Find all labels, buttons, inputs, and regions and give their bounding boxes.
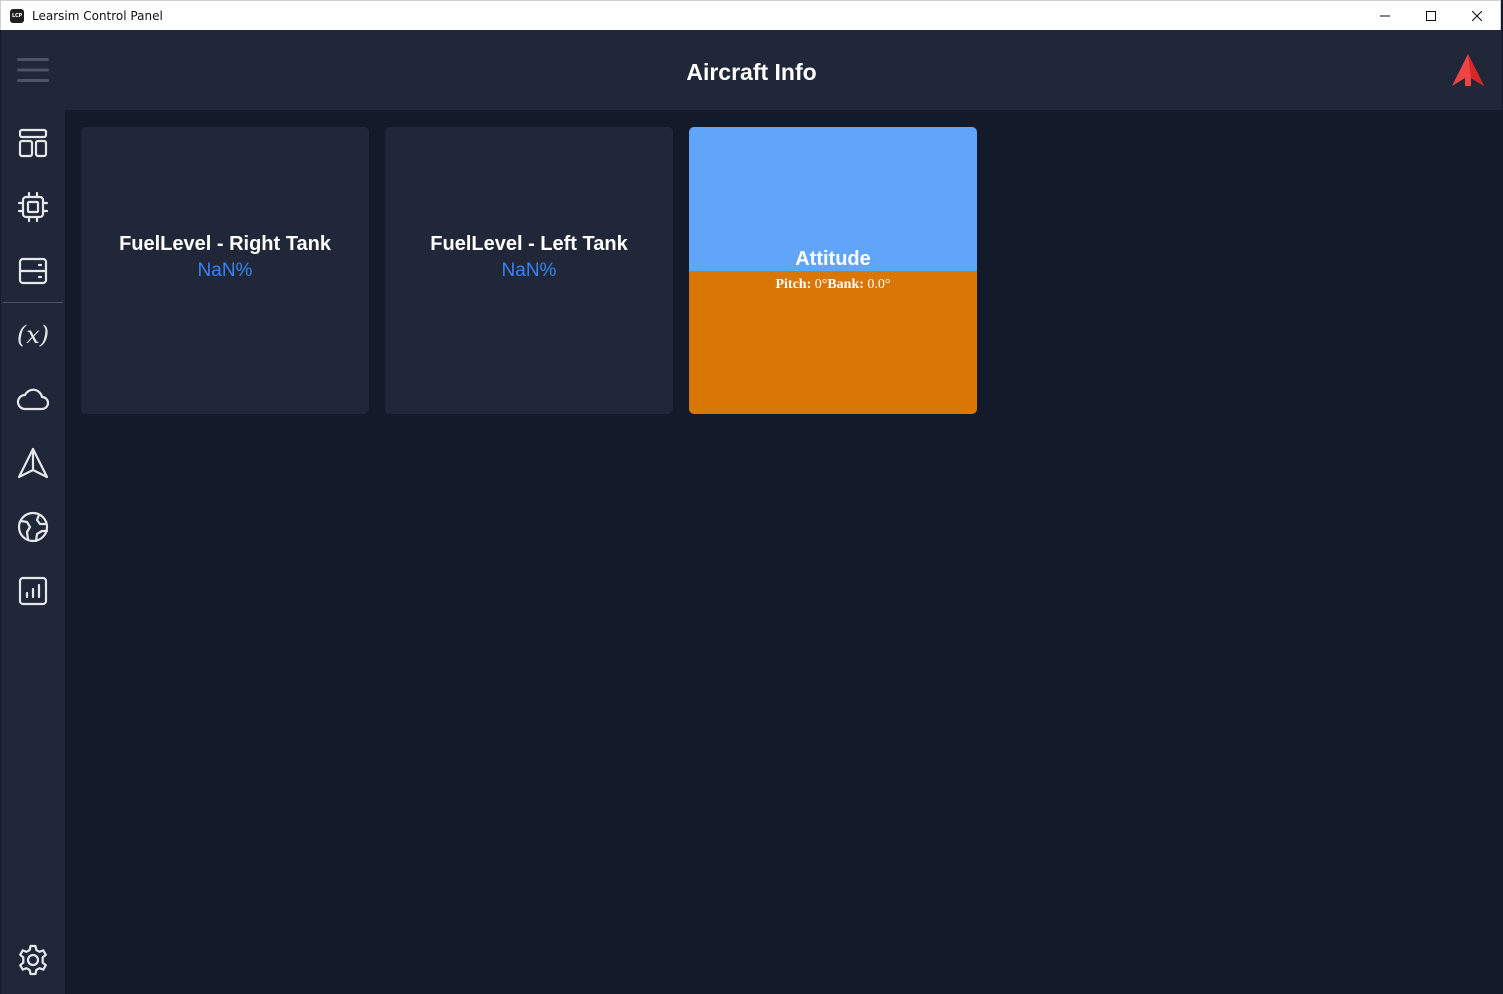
gear-icon	[19, 944, 47, 976]
maximize-button[interactable]	[1408, 1, 1454, 31]
cpu-icon	[17, 191, 49, 223]
brand-logo-icon	[1450, 52, 1486, 88]
bank-value: 0.0°	[867, 277, 891, 292]
main-content: FuelLevel - Right Tank NaN% FuelLevel - …	[65, 110, 1502, 994]
app-icon: LCP	[10, 8, 24, 23]
attitude-readout: Pitch: 0°Bank: 0.0°	[689, 275, 977, 295]
close-icon	[1472, 10, 1482, 21]
sidebar-item-hardware[interactable]	[1, 183, 65, 231]
pitch-value: 0°	[814, 277, 828, 292]
sidebar-item-world[interactable]	[1, 503, 65, 551]
sidebar-item-servers[interactable]	[1, 247, 65, 295]
app-header: Aircraft Info	[1, 30, 1502, 110]
bank-label: Bank:	[827, 277, 864, 292]
card-title: FuelLevel - Left Tank	[430, 232, 628, 255]
chart-icon	[18, 576, 48, 606]
minimize-button[interactable]	[1362, 1, 1408, 31]
sidebar-item-variables[interactable]: (x)	[1, 311, 65, 359]
window-controls	[1362, 1, 1500, 31]
globe-icon	[17, 511, 49, 543]
sidebar: (x)	[1, 110, 65, 994]
app-icon-text: LCP	[12, 12, 22, 19]
cloud-icon	[16, 388, 50, 411]
sidebar-item-statistics[interactable]	[1, 567, 65, 615]
sidebar-item-navigation[interactable]	[1, 439, 65, 487]
minimize-icon	[1380, 15, 1390, 16]
window-titlebar: LCP Learsim Control Panel	[0, 0, 1501, 30]
fuel-right-tank-card[interactable]: FuelLevel - Right Tank NaN%	[81, 127, 369, 414]
sidebar-item-settings[interactable]	[1, 936, 65, 984]
close-button[interactable]	[1454, 1, 1500, 31]
server-icon	[18, 257, 48, 285]
window-title: Learsim Control Panel	[32, 8, 163, 23]
sidebar-item-dashboard[interactable]	[1, 119, 65, 167]
attitude-title: Attitude	[795, 248, 871, 270]
dashboard-icon	[18, 128, 48, 158]
sidebar-item-weather[interactable]	[1, 375, 65, 423]
variable-icon: (x)	[17, 321, 49, 349]
pitch-label: Pitch:	[775, 277, 812, 292]
card-value: NaN%	[197, 259, 253, 281]
page-title: Aircraft Info	[686, 58, 817, 85]
maximize-icon	[1426, 10, 1436, 21]
sidebar-divider	[3, 302, 63, 303]
fuel-left-tank-card[interactable]: FuelLevel - Left Tank NaN%	[385, 127, 673, 414]
navigation-icon	[17, 447, 49, 479]
card-title: FuelLevel - Right Tank	[119, 232, 331, 255]
attitude-indicator-card[interactable]: Attitude Pitch: 0°Bank: 0.0°	[689, 127, 977, 414]
card-value: NaN%	[501, 259, 557, 281]
svg-text:(x): (x)	[17, 321, 49, 349]
